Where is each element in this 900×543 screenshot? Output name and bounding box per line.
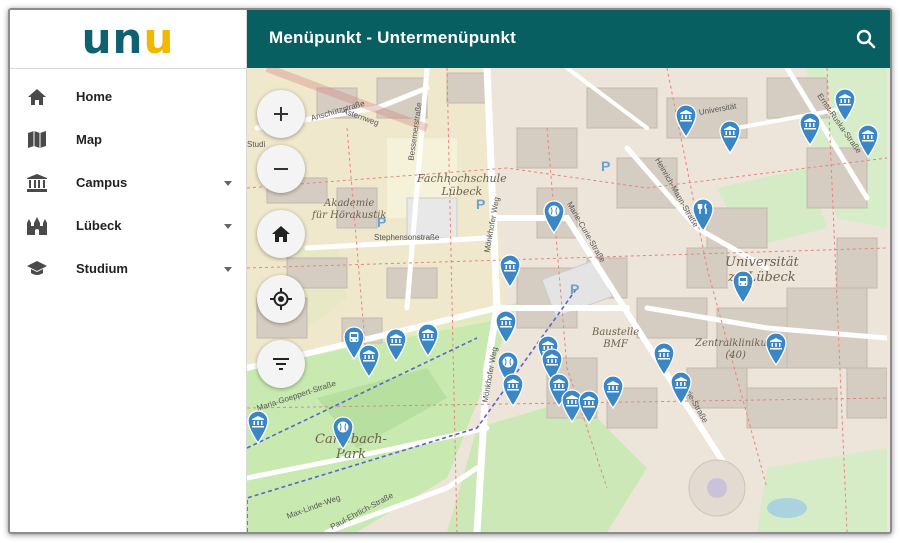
filter-icon bbox=[273, 358, 289, 370]
institution-icon bbox=[834, 88, 856, 123]
map-marker-institution[interactable] bbox=[502, 373, 524, 408]
institution-icon bbox=[247, 410, 269, 445]
logo-bar: unu bbox=[10, 10, 246, 69]
map-marker-institution[interactable] bbox=[670, 371, 692, 406]
institution-icon bbox=[26, 172, 48, 194]
baseball-icon bbox=[332, 416, 354, 451]
institution-icon bbox=[857, 124, 879, 159]
app-header: Menüpunkt - Untermenüpunkt bbox=[247, 10, 890, 68]
map-marker-institution[interactable] bbox=[417, 323, 439, 358]
restaurant-icon bbox=[692, 198, 714, 233]
parking-icon: P bbox=[377, 214, 387, 230]
map-marker-institution[interactable] bbox=[719, 120, 741, 155]
street-label: Stephensonstraße bbox=[374, 233, 440, 242]
sidebar-menu: Home Map Campus Lübeck Studium bbox=[10, 69, 246, 290]
bus-icon bbox=[732, 270, 754, 305]
app-logo[interactable]: unu bbox=[82, 18, 175, 60]
map-marker-institution[interactable] bbox=[499, 254, 521, 289]
chevron-down-icon[interactable] bbox=[224, 181, 232, 186]
chevron-down-icon[interactable] bbox=[224, 267, 232, 272]
map-marker-baseball[interactable] bbox=[543, 200, 565, 235]
map-label-fh: Fachhochschule Lübeck bbox=[417, 172, 507, 198]
map-view[interactable]: Fachhochschule Lübeck Akademie für Hörak… bbox=[247, 68, 890, 532]
map-marker-institution[interactable] bbox=[495, 310, 517, 345]
map-marker-institution[interactable] bbox=[857, 124, 879, 159]
sidebar-item-luebeck[interactable]: Lübeck bbox=[10, 204, 246, 247]
page-title: Menüpunkt - Untermenüpunkt bbox=[269, 28, 516, 47]
sidebar-item-home[interactable]: Home bbox=[10, 75, 246, 118]
institution-icon bbox=[602, 375, 624, 410]
map-icon bbox=[26, 129, 48, 151]
app-window: unu Home Map Campus Lübeck Studium Menüp… bbox=[8, 8, 892, 534]
map-marker-institution[interactable] bbox=[675, 104, 697, 139]
institution-icon bbox=[358, 344, 380, 379]
institution-icon bbox=[719, 120, 741, 155]
institution-icon bbox=[385, 328, 407, 363]
sidebar-item-label: Home bbox=[76, 89, 113, 104]
chevron-down-icon[interactable] bbox=[224, 224, 232, 229]
parking-icon: P bbox=[476, 196, 486, 212]
sidebar-item-label: Campus bbox=[76, 175, 128, 190]
baseball-icon bbox=[543, 200, 565, 235]
institution-icon bbox=[675, 104, 697, 139]
map-marker-institution[interactable] bbox=[578, 390, 600, 425]
zoom-out-button[interactable] bbox=[257, 145, 305, 193]
map-label-baustelle: Baustelle BMF bbox=[592, 327, 640, 350]
filter-button[interactable] bbox=[257, 340, 305, 388]
map-marker-institution[interactable] bbox=[834, 88, 856, 123]
graduation-cap-icon bbox=[26, 258, 48, 280]
institution-icon bbox=[765, 332, 787, 367]
map-marker-institution[interactable] bbox=[358, 344, 380, 379]
home-button[interactable] bbox=[257, 210, 305, 258]
crosshair-icon bbox=[270, 288, 292, 310]
home-icon bbox=[272, 226, 290, 242]
map-marker-institution[interactable] bbox=[385, 328, 407, 363]
institution-icon bbox=[499, 254, 521, 289]
street-label: Studi bbox=[247, 140, 266, 149]
institution-icon bbox=[799, 112, 821, 147]
map-marker-institution[interactable] bbox=[765, 332, 787, 367]
sidebar-item-label: Map bbox=[76, 132, 102, 147]
sidebar-item-label: Lübeck bbox=[76, 218, 122, 233]
plus-icon bbox=[274, 107, 288, 121]
institution-icon bbox=[502, 373, 524, 408]
map-marker-restaurant[interactable] bbox=[692, 198, 714, 233]
map-marker-institution[interactable] bbox=[247, 410, 269, 445]
search-icon[interactable] bbox=[854, 27, 878, 51]
sidebar-item-studium[interactable]: Studium bbox=[10, 247, 246, 290]
locate-button[interactable] bbox=[257, 275, 305, 323]
institution-icon bbox=[578, 390, 600, 425]
sidebar-item-label: Studium bbox=[76, 261, 128, 276]
zoom-in-button[interactable] bbox=[257, 90, 305, 138]
castle-icon bbox=[26, 215, 48, 237]
map-label-akademie: Akademie für Hörakustik bbox=[312, 198, 387, 221]
minus-icon bbox=[274, 168, 288, 170]
sidebar-item-map[interactable]: Map bbox=[10, 118, 246, 161]
parking-icon: P bbox=[570, 281, 580, 297]
sidebar: unu Home Map Campus Lübeck Studium bbox=[10, 10, 247, 532]
map-marker-bus[interactable] bbox=[732, 270, 754, 305]
sidebar-item-campus[interactable]: Campus bbox=[10, 161, 246, 204]
home-icon bbox=[26, 86, 48, 108]
map-marker-baseball[interactable] bbox=[332, 416, 354, 451]
map-marker-institution[interactable] bbox=[799, 112, 821, 147]
map-marker-institution[interactable] bbox=[602, 375, 624, 410]
institution-icon bbox=[417, 323, 439, 358]
institution-icon bbox=[670, 371, 692, 406]
parking-icon: P bbox=[601, 158, 611, 174]
institution-icon bbox=[495, 310, 517, 345]
